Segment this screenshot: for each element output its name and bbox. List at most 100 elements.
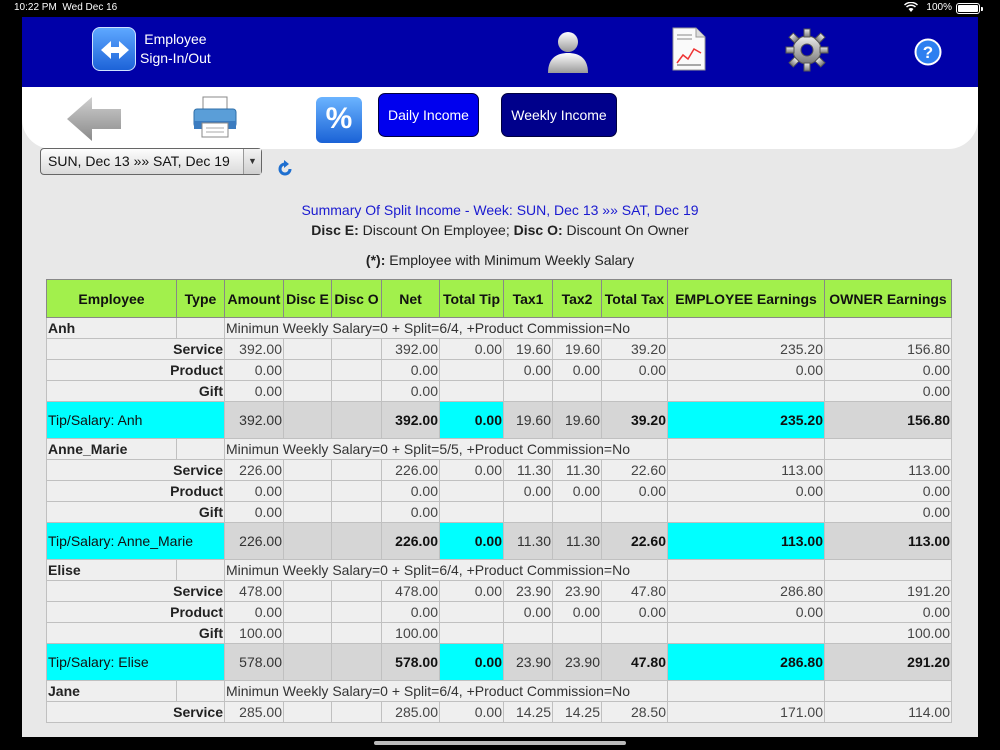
table-cell [667,680,825,702]
table-cell: Product [46,480,225,502]
tip-salary-row[interactable]: Tip/Salary: Elise 578.00 578.00 0.00 23.90 23… [46,643,952,681]
table-cell: 0.00 [552,359,602,381]
employee-name-row[interactable]: Anne_Marie Minimun Weekly Salary=0 + Spli… [46,438,952,460]
table-cell [824,317,952,339]
table-cell [667,438,825,460]
date-range-value: SUN, Dec 13 »» SAT, Dec 19 [48,153,230,169]
user-icon[interactable] [544,27,592,80]
table-cell [331,401,382,439]
table-cell: 235.20 [667,401,825,439]
table-cell [601,501,668,523]
weekly-income-button[interactable]: Weekly Income [501,93,617,137]
date-range-select[interactable]: SUN, Dec 13 »» SAT, Dec 19 ▼ [40,148,262,175]
table-cell: 113.00 [667,522,825,560]
table-cell: 39.20 [601,401,668,439]
refresh-icon[interactable] [276,160,294,183]
table-cell [331,643,382,681]
table-cell: 0.00 [224,480,284,502]
status-time: 10:22 PM Wed Dec 16 [14,2,118,13]
table-cell: 478.00 [224,580,284,602]
table-cell: 0.00 [439,401,504,439]
table-cell: 23.90 [503,580,553,602]
signin-label: Employee Sign-In/Out [140,30,211,68]
table-cell [331,338,382,360]
table-cell: 47.80 [601,580,668,602]
table-cell [667,622,825,644]
table-cell [176,317,225,339]
table-cell: 23.90 [552,643,602,681]
table-cell [283,643,332,681]
table-cell: Service [46,580,225,602]
column-header: Tax1 [503,279,553,318]
table-cell [331,459,382,481]
table-cell: 22.60 [601,459,668,481]
table-cell [176,559,225,581]
table-cell: 0.00 [381,601,440,623]
column-header: Employee [46,279,177,318]
printer-icon[interactable] [192,95,238,144]
daily-income-button[interactable]: Daily Income [378,93,479,137]
report-icon[interactable] [672,27,706,76]
table-cell [824,680,952,702]
employee-signin-button[interactable]: Employee Sign-In/Out [92,27,211,71]
table-cell [824,559,952,581]
employee-name-row[interactable]: Jane Minimun Weekly Salary=0 + Split=6/4,… [46,680,952,702]
table-cell [439,380,504,402]
employee-name-row[interactable]: Elise Minimun Weekly Salary=0 + Split=6/4… [46,559,952,581]
table-cell [667,501,825,523]
table-cell: 47.80 [601,643,668,681]
table-cell [331,701,382,723]
employee-name-row[interactable]: Anh Minimun Weekly Salary=0 + Split=6/4, … [46,317,952,339]
table-row[interactable]: Service 478.00 478.00 0.00 23.90 23.90 47.80 28… [46,580,952,602]
table-row[interactable]: Service 226.00 226.00 0.00 11.30 11.30 22.60 11… [46,459,952,481]
table-cell [283,359,332,381]
table-cell: 0.00 [824,480,952,502]
table-cell: 285.00 [224,701,284,723]
wifi-icon [903,1,919,16]
table-cell [667,559,825,581]
table-cell [176,438,225,460]
income-table-container[interactable]: Employee Type Amount Disc E Disc O Net Total T… [46,279,954,737]
table-cell: 0.00 [824,601,952,623]
table-row[interactable]: Product 0.00 0.00 0.00 0.00 0.00 0.00 0.00 [46,480,952,502]
table-cell [283,580,332,602]
table-header-row: Employee Type Amount Disc E Disc O Net Total T… [46,279,952,318]
percent-button[interactable]: % [316,97,362,143]
table-row[interactable]: Gift 0.00 0.00 0.00 [46,501,952,523]
table-cell [176,680,225,702]
table-cell: 226.00 [224,459,284,481]
table-row[interactable]: Gift 0.00 0.00 0.00 [46,380,952,402]
table-row[interactable]: Product 0.00 0.00 0.00 0.00 0.00 0.00 0.00 [46,359,952,381]
table-row[interactable]: Service 285.00 285.00 0.00 14.25 14.25 28.50 17… [46,701,952,723]
table-cell: 0.00 [381,380,440,402]
gear-icon[interactable] [785,28,829,77]
table-cell [331,522,382,560]
table-cell [667,380,825,402]
table-cell [552,622,602,644]
table-cell: Minimun Weekly Salary=0 + Split=6/4, +Pr… [224,317,668,339]
table-cell [439,501,504,523]
table-cell [331,622,382,644]
table-cell: 286.80 [667,643,825,681]
table-cell [503,622,553,644]
table-cell: 14.25 [503,701,553,723]
table-cell: 19.60 [552,401,602,439]
column-header: Total Tip [439,279,504,318]
table-row[interactable]: Gift 100.00 100.00 100.00 [46,622,952,644]
tip-salary-row[interactable]: Tip/Salary: Anh 392.00 392.00 0.00 19.60 19.6… [46,401,952,439]
tip-salary-row[interactable]: Tip/Salary: Anne_Marie 226.00 226.00 0.00 11… [46,522,952,560]
svg-text:?: ? [923,43,933,62]
table-cell [331,359,382,381]
home-indicator[interactable] [374,741,626,745]
table-row[interactable]: Service 392.00 392.00 0.00 19.60 19.60 39.20 23… [46,338,952,360]
table-row[interactable]: Product 0.00 0.00 0.00 0.00 0.00 0.00 0.00 [46,601,952,623]
table-cell [283,522,332,560]
back-arrow-icon[interactable] [66,95,122,148]
table-cell: 39.20 [601,338,668,360]
table-cell [283,459,332,481]
table-cell: Minimun Weekly Salary=0 + Split=6/4, +Pr… [224,559,668,581]
help-icon[interactable]: ? [914,38,942,71]
table-cell: Tip/Salary: Anne_Marie [46,522,225,560]
table-cell: Service [46,338,225,360]
table-cell: Anne_Marie [46,438,177,460]
